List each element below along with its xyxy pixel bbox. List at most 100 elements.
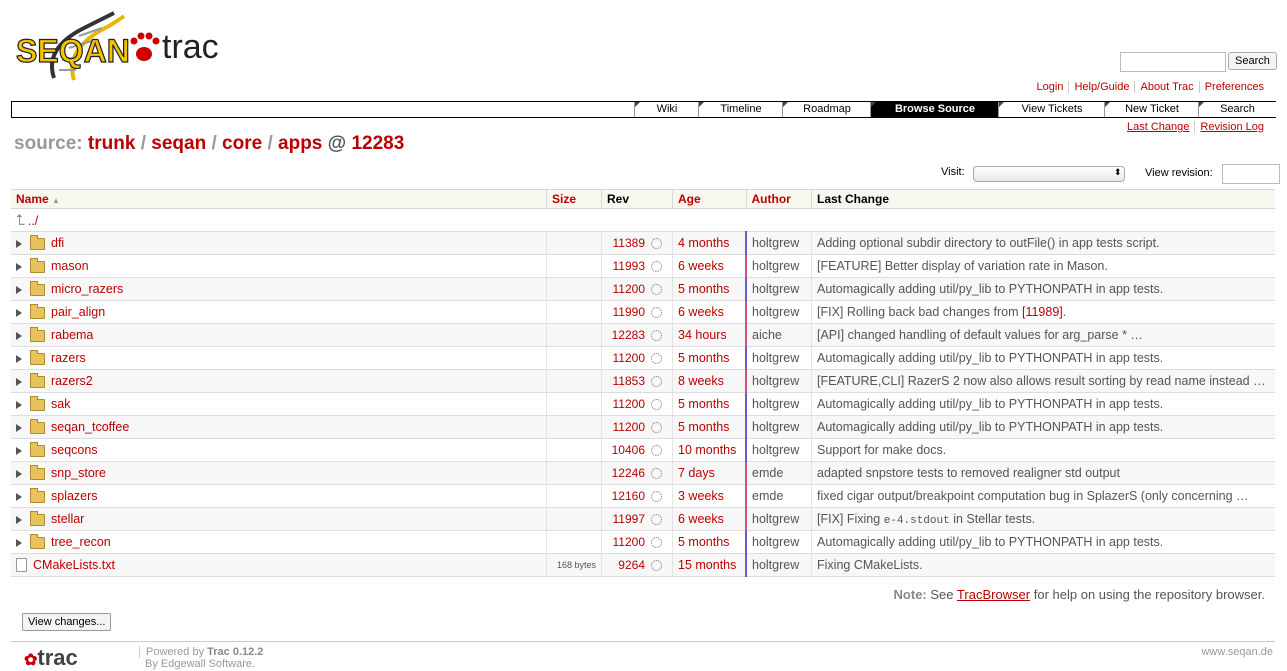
changeset-icon[interactable] xyxy=(651,307,662,319)
col-age[interactable]: Age xyxy=(672,189,746,209)
entry-name-link[interactable]: CMakeLists.txt xyxy=(33,558,115,572)
login-link[interactable]: Login xyxy=(1032,81,1069,93)
rev-link[interactable]: 10406 xyxy=(607,443,645,457)
changeset-icon[interactable] xyxy=(651,537,662,549)
tab-wiki[interactable]: Wiki xyxy=(634,102,699,117)
parent-dir-link[interactable]: ../ xyxy=(28,214,38,228)
age-link[interactable]: 3 weeks xyxy=(678,489,724,503)
tab-browse-source[interactable]: Browse Source xyxy=(870,102,999,117)
help-guide-link[interactable]: Help/Guide xyxy=(1068,81,1135,93)
expand-triangle-icon[interactable] xyxy=(16,308,22,317)
tab-search[interactable]: Search xyxy=(1198,102,1276,117)
entry-name-link[interactable]: razers xyxy=(51,351,86,365)
entry-name-link[interactable]: seqcons xyxy=(51,443,98,457)
view-changes-button[interactable]: View changes... xyxy=(22,613,112,631)
visit-select[interactable]: ⬍ xyxy=(973,166,1125,182)
entry-name-link[interactable]: tree_recon xyxy=(51,535,111,549)
expand-triangle-icon[interactable] xyxy=(16,354,22,363)
age-link[interactable]: 5 months xyxy=(678,282,729,296)
changeset-icon[interactable] xyxy=(651,560,662,572)
rev-link[interactable]: 11200 xyxy=(607,420,645,434)
age-link[interactable]: 10 months xyxy=(678,443,736,457)
about-trac-link[interactable]: About Trac xyxy=(1134,81,1199,93)
entry-name-link[interactable]: razers2 xyxy=(51,374,93,388)
path-revision-link[interactable]: 12283 xyxy=(351,133,404,154)
entry-name-link[interactable]: mason xyxy=(51,259,89,273)
expand-triangle-icon[interactable] xyxy=(16,262,22,271)
entry-name-link[interactable]: splazers xyxy=(51,489,98,503)
changeset-icon[interactable] xyxy=(651,491,662,503)
rev-link[interactable]: 9264 xyxy=(607,558,645,572)
rev-link[interactable]: 11853 xyxy=(607,374,645,388)
age-link[interactable]: 4 months xyxy=(678,236,729,250)
trac-version-link[interactable]: Trac 0.12.2 xyxy=(207,646,263,658)
age-link[interactable]: 7 days xyxy=(678,466,715,480)
changeset-icon[interactable] xyxy=(651,284,662,296)
footer-trac-logo[interactable]: ✿trac xyxy=(24,645,78,671)
changeset-icon[interactable] xyxy=(651,261,662,273)
entry-name-link[interactable]: dfi xyxy=(51,236,64,250)
entry-name-link[interactable]: snp_store xyxy=(51,466,106,480)
changeset-link[interactable]: [11989] xyxy=(1022,305,1063,319)
tab-timeline[interactable]: Timeline xyxy=(698,102,783,117)
rev-link[interactable]: 12246 xyxy=(607,466,645,480)
view-revision-input[interactable] xyxy=(1222,164,1280,184)
entry-name-link[interactable]: stellar xyxy=(51,512,84,526)
changeset-icon[interactable] xyxy=(651,330,662,342)
rev-link[interactable]: 12283 xyxy=(607,328,645,342)
age-link[interactable]: 8 weeks xyxy=(678,374,724,388)
expand-triangle-icon[interactable] xyxy=(16,377,22,386)
path-core-link[interactable]: core xyxy=(222,133,262,154)
rev-link[interactable]: 11993 xyxy=(607,259,645,273)
expand-triangle-icon[interactable] xyxy=(16,446,22,455)
expand-triangle-icon[interactable] xyxy=(16,469,22,478)
age-link[interactable]: 5 months xyxy=(678,420,729,434)
entry-name-link[interactable]: micro_razers xyxy=(51,282,123,296)
last-change-link[interactable]: Last Change xyxy=(1122,121,1194,133)
expand-triangle-icon[interactable] xyxy=(16,538,22,547)
expand-triangle-icon[interactable] xyxy=(16,285,22,294)
changeset-icon[interactable] xyxy=(651,399,662,411)
changeset-icon[interactable] xyxy=(651,376,662,388)
rev-link[interactable]: 12160 xyxy=(607,489,645,503)
age-link[interactable]: 6 weeks xyxy=(678,512,724,526)
entry-name-link[interactable]: seqan_tcoffee xyxy=(51,420,129,434)
col-author[interactable]: Author xyxy=(745,189,812,209)
rev-link[interactable]: 11200 xyxy=(607,535,645,549)
tab-view-tickets[interactable]: View Tickets xyxy=(998,102,1105,117)
changeset-icon[interactable] xyxy=(651,238,662,250)
revision-log-link[interactable]: Revision Log xyxy=(1194,121,1269,133)
changeset-icon[interactable] xyxy=(651,468,662,480)
age-link[interactable]: 5 months xyxy=(678,351,729,365)
age-link[interactable]: 5 months xyxy=(678,535,729,549)
age-link[interactable]: 34 hours xyxy=(678,328,727,342)
changeset-icon[interactable] xyxy=(651,353,662,365)
rev-link[interactable]: 11200 xyxy=(607,282,645,296)
changeset-icon[interactable] xyxy=(651,445,662,457)
col-size[interactable]: Size xyxy=(546,189,602,209)
age-link[interactable]: 6 weeks xyxy=(678,259,724,273)
path-trunk-link[interactable]: trunk xyxy=(88,133,136,154)
col-name[interactable]: Name ▲ xyxy=(11,189,547,209)
rev-link[interactable]: 11389 xyxy=(607,236,645,250)
search-button[interactable]: Search xyxy=(1228,52,1277,70)
rev-link[interactable]: 11990 xyxy=(607,305,645,319)
age-link[interactable]: 5 months xyxy=(678,397,729,411)
entry-name-link[interactable]: pair_align xyxy=(51,305,105,319)
expand-triangle-icon[interactable] xyxy=(16,400,22,409)
expand-triangle-icon[interactable] xyxy=(16,423,22,432)
footer-site-link[interactable]: www.seqan.de xyxy=(1201,646,1273,658)
entry-name-link[interactable]: rabema xyxy=(51,328,93,342)
changeset-icon[interactable] xyxy=(651,422,662,434)
tab-roadmap[interactable]: Roadmap xyxy=(782,102,871,117)
path-apps-link[interactable]: apps xyxy=(278,133,322,154)
tab-new-ticket[interactable]: New Ticket xyxy=(1104,102,1199,117)
changeset-icon[interactable] xyxy=(651,514,662,526)
expand-triangle-icon[interactable] xyxy=(16,492,22,501)
expand-triangle-icon[interactable] xyxy=(16,515,22,524)
age-link[interactable]: 15 months xyxy=(678,558,736,572)
seqan-trac-logo[interactable]: SEQAN trac xyxy=(14,8,234,86)
entry-name-link[interactable]: sak xyxy=(51,397,70,411)
tracbrowser-link[interactable]: TracBrowser xyxy=(957,587,1030,602)
rev-link[interactable]: 11997 xyxy=(607,512,645,526)
